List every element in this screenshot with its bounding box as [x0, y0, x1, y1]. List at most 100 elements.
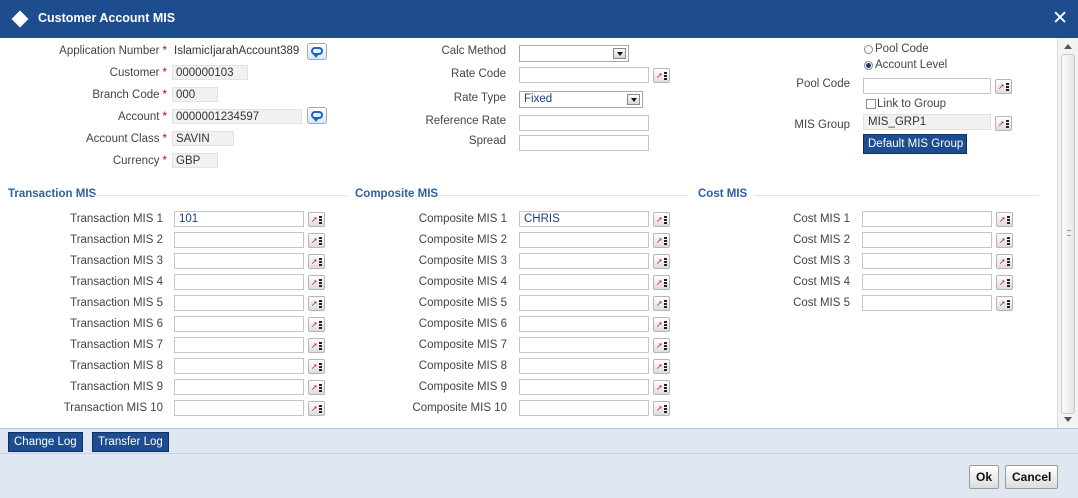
transaction-mis-9-lov-button[interactable]: ➚ [308, 380, 325, 395]
composite-mis-5-field[interactable] [519, 295, 649, 311]
transaction-mis-7-field[interactable] [174, 337, 304, 353]
link-to-group-checkbox[interactable] [866, 99, 876, 109]
vertical-scrollbar[interactable] [1057, 38, 1078, 428]
transaction-mis-6-field[interactable] [174, 316, 304, 332]
composite-mis-divider [438, 195, 688, 196]
account-chat-button[interactable] [307, 107, 327, 124]
transaction-mis-3-field[interactable] [174, 253, 304, 269]
account-class-field[interactable]: SAVIN [172, 131, 234, 146]
composite-mis-8-field[interactable] [519, 358, 649, 374]
mis-group-lov-button[interactable]: ➚ [995, 116, 1012, 131]
default-mis-group-button[interactable]: Default MIS Group [863, 134, 967, 154]
transaction-mis-2-field[interactable] [174, 232, 304, 248]
cancel-button[interactable]: Cancel [1005, 465, 1059, 489]
transaction-mis-8-lov-button[interactable]: ➚ [308, 359, 325, 374]
composite-mis-10-field[interactable] [519, 400, 649, 416]
composite-mis-4-label: Composite MIS 4 [418, 276, 507, 288]
cost-mis-3-field[interactable] [862, 253, 992, 269]
cost-mis-2-field[interactable] [862, 232, 992, 248]
cost-mis-5-field[interactable] [862, 295, 992, 311]
composite-mis-9-lov-button[interactable]: ➚ [653, 380, 670, 395]
composite-mis-9-field[interactable] [519, 379, 649, 395]
transaction-mis-6-lov-button[interactable]: ➚ [308, 317, 325, 332]
lov-search-icon: ➚ [656, 383, 663, 392]
cost-mis-1-label: Cost MIS 1 [793, 213, 850, 225]
composite-mis-2-field[interactable] [519, 232, 649, 248]
transaction-mis-10-lov-button[interactable]: ➚ [308, 401, 325, 416]
transaction-mis-3-lov-button[interactable]: ➚ [308, 254, 325, 269]
cost-mis-1-lov-button[interactable]: ➚ [996, 212, 1013, 227]
account-field[interactable]: 0000001234597 [172, 109, 302, 124]
composite-mis-10-label: Composite MIS 10 [412, 402, 507, 414]
composite-mis-6-lov-button[interactable]: ➚ [653, 317, 670, 332]
pool-code-field[interactable] [863, 78, 991, 94]
composite-mis-4-lov-button[interactable]: ➚ [653, 275, 670, 290]
lov-search-icon: ➚ [656, 320, 663, 329]
transaction-mis-6-label: Transaction MIS 6 [70, 318, 163, 330]
pool-code-lov-button[interactable]: ➚ [995, 79, 1012, 94]
transaction-mis-1-field[interactable]: 101 [174, 211, 304, 227]
transaction-mis-4-lov-button[interactable]: ➚ [308, 275, 325, 290]
composite-mis-6-field[interactable] [519, 316, 649, 332]
composite-mis-4-field[interactable] [519, 274, 649, 290]
cost-mis-3-lov-button[interactable]: ➚ [996, 254, 1013, 269]
transaction-mis-9-label: Transaction MIS 9 [70, 381, 163, 393]
cost-mis-4-field[interactable] [862, 274, 992, 290]
scroll-down-arrow-icon[interactable] [1064, 417, 1072, 422]
cost-mis-2-lov-button[interactable]: ➚ [996, 233, 1013, 248]
transaction-mis-5-lov-button[interactable]: ➚ [308, 296, 325, 311]
reference-rate-field[interactable] [519, 115, 649, 131]
lov-search-icon: ➚ [656, 257, 663, 266]
composite-mis-2-label: Composite MIS 2 [418, 234, 507, 246]
transaction-mis-7-lov-button[interactable]: ➚ [308, 338, 325, 353]
cost-mis-1-field[interactable] [862, 211, 992, 227]
composite-mis-3-field[interactable] [519, 253, 649, 269]
branch-code-field[interactable]: 000 [172, 87, 218, 102]
composite-mis-2-lov-button[interactable]: ➚ [653, 233, 670, 248]
lov-search-icon: ➚ [311, 362, 318, 371]
ok-button[interactable]: Ok [969, 465, 1000, 489]
transaction-mis-2-lov-button[interactable]: ➚ [308, 233, 325, 248]
transaction-mis-1-label: Transaction MIS 1 [70, 213, 163, 225]
transaction-mis-9-field[interactable] [174, 379, 304, 395]
composite-mis-1-field[interactable]: CHRIS [519, 211, 649, 227]
rate-code-label: Rate Code [451, 68, 506, 80]
cost-mis-4-lov-button[interactable]: ➚ [996, 275, 1013, 290]
application-number-chat-button[interactable] [307, 43, 327, 60]
lov-search-icon: ➚ [311, 299, 318, 308]
lov-search-icon: ➚ [656, 299, 663, 308]
transaction-mis-1-lov-button[interactable]: ➚ [308, 212, 325, 227]
composite-mis-1-lov-button[interactable]: ➚ [653, 212, 670, 227]
calc-method-select[interactable] [519, 45, 629, 62]
lov-search-icon: ➚ [311, 383, 318, 392]
composite-mis-5-lov-button[interactable]: ➚ [653, 296, 670, 311]
spread-field[interactable] [519, 135, 649, 151]
transaction-mis-5-field[interactable] [174, 295, 304, 311]
composite-mis-7-lov-button[interactable]: ➚ [653, 338, 670, 353]
scroll-thumb[interactable] [1061, 54, 1075, 414]
mis-group-field[interactable]: MIS_GRP1 [863, 114, 991, 130]
account-level-radio[interactable] [864, 61, 873, 70]
transaction-mis-title: Transaction MIS [8, 188, 97, 200]
composite-mis-7-field[interactable] [519, 337, 649, 353]
rate-code-field[interactable] [519, 67, 649, 83]
customer-field[interactable]: 000000103 [172, 65, 248, 80]
close-icon[interactable]: ✕ [1052, 8, 1068, 28]
lov-search-icon: ➚ [311, 341, 318, 350]
currency-field[interactable]: GBP [172, 153, 218, 168]
reference-rate-label: Reference Rate [425, 115, 506, 127]
transfer-log-tab[interactable]: Transfer Log [92, 432, 169, 452]
transaction-mis-4-field[interactable] [174, 274, 304, 290]
composite-mis-8-lov-button[interactable]: ➚ [653, 359, 670, 374]
composite-mis-3-lov-button[interactable]: ➚ [653, 254, 670, 269]
composite-mis-10-lov-button[interactable]: ➚ [653, 401, 670, 416]
transaction-mis-8-field[interactable] [174, 358, 304, 374]
pool-code-radio[interactable] [864, 45, 873, 54]
rate-code-lov-button[interactable]: ➚ [653, 68, 670, 83]
cost-mis-5-lov-button[interactable]: ➚ [996, 296, 1013, 311]
rate-type-select[interactable]: Fixed [519, 91, 643, 108]
transaction-mis-10-field[interactable] [174, 400, 304, 416]
change-log-tab[interactable]: Change Log [8, 432, 83, 452]
branch-code-label: Branch Code * [92, 89, 167, 101]
scroll-up-arrow-icon[interactable] [1064, 44, 1072, 49]
